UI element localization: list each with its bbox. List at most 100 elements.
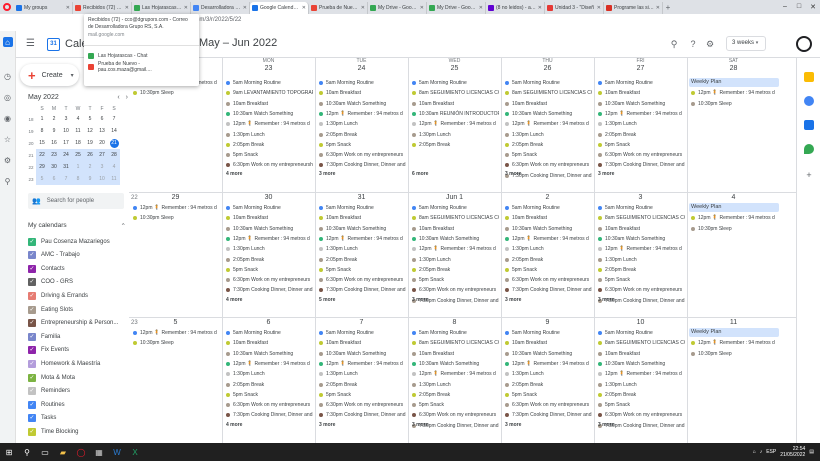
history-icon[interactable]: ◷ <box>3 71 13 81</box>
browser-tab[interactable]: Las Hojarascas - Chat✕ <box>132 2 191 14</box>
mini-day[interactable]: 10 <box>96 173 108 185</box>
mini-day[interactable]: 13 <box>96 125 108 137</box>
calendar-event[interactable]: 1:30pm Lunch <box>319 119 406 129</box>
calendar-list-item[interactable]: ✓ Eating Slots <box>28 303 128 316</box>
mini-week-number[interactable]: 20 <box>26 137 36 149</box>
mini-day[interactable]: 31 <box>60 161 72 173</box>
main-menu-icon[interactable]: ☰ <box>26 38 35 49</box>
calendar-event[interactable]: 12pm 🧍 Remember : 94 metros d <box>319 109 406 119</box>
calendar-event[interactable]: 1:30pm Lunch <box>505 130 592 140</box>
calendar-event[interactable]: 2:05pm Break <box>412 140 499 150</box>
calendar-event[interactable]: 1:30pm Lunch <box>226 244 313 254</box>
calendar-event[interactable]: 1:30pm Lunch <box>505 369 592 379</box>
mini-day[interactable]: 9 <box>48 125 60 137</box>
day-header[interactable]: 6 <box>222 319 315 326</box>
calendar-event[interactable]: 8am SEGUIMIENTO LICENCIAS CO <box>412 88 499 98</box>
calendar-event[interactable]: 12pm 🧍 Remember : 94 metros d <box>505 119 592 129</box>
calendar-event[interactable]: 12pm 🧍 Remember : 94 metros d <box>505 234 592 244</box>
calendar-event[interactable]: 5am Morning Routine <box>598 328 685 338</box>
calendar-event[interactable]: 10:30pm Sleep <box>691 224 794 234</box>
calendar-event[interactable]: 1:30pm Lunch <box>412 130 499 140</box>
browser-tab[interactable]: Desarrolladora Gru...✕ <box>191 2 250 14</box>
calendar-event[interactable]: 8am SEGUIMIENTO LICENCIAS CO <box>505 88 592 98</box>
calendar-event[interactable]: 10:30am Watch Something <box>226 109 313 119</box>
task-view-icon[interactable]: ▭ <box>36 443 54 461</box>
more-events-link[interactable]: 3 more <box>319 171 335 177</box>
mini-day[interactable]: 3 <box>96 161 108 173</box>
day-header[interactable]: 10 <box>594 319 687 326</box>
calendar-event[interactable]: 5am Morning Routine <box>412 328 499 338</box>
popup-item[interactable]: Las Hojarascas - Chat <box>88 50 195 61</box>
day-header[interactable]: TUE 24 <box>315 58 408 72</box>
calendar-event[interactable]: 1:30pm Lunch <box>319 369 406 379</box>
mini-day[interactable]: 23 <box>48 149 60 161</box>
more-events-link[interactable]: 3 more <box>505 297 521 303</box>
calendar-event[interactable]: 10:30am Watch Something <box>598 99 685 109</box>
clock[interactable]: 22:54 21/05/2022 <box>780 446 805 458</box>
mini-day[interactable]: 5 <box>36 173 48 185</box>
more-events-link[interactable]: 3 more <box>598 422 614 428</box>
day-number[interactable]: 26 <box>501 65 594 72</box>
calendar-event[interactable]: 12pm 🧍 Remember : 94 metros d <box>412 244 499 254</box>
mini-day[interactable]: 8 <box>36 125 48 137</box>
calendar-event[interactable]: 10:30am Watch Something <box>505 109 592 119</box>
windows-start-icon[interactable]: ⊞ <box>0 443 18 461</box>
keep-icon[interactable] <box>804 72 814 82</box>
browser-tab[interactable]: My Drive - Google...✕ <box>368 2 427 14</box>
language-indicator[interactable]: ESP <box>766 449 776 455</box>
mini-day[interactable]: 24 <box>60 149 72 161</box>
calendar-event[interactable]: 12pm 🧍 Remember : 94 metros d <box>319 234 406 244</box>
url-text[interactable]: om/3/r/2022/5/22 <box>196 17 241 23</box>
day-header[interactable]: 3 <box>594 194 687 201</box>
calendar-event[interactable]: 5pm Snack <box>505 150 592 160</box>
day-header[interactable]: 30 <box>222 194 315 201</box>
calendar-event[interactable]: 1:30pm Lunch <box>412 255 499 265</box>
calendar-event[interactable]: 6:30pm Work on my entrepreneursh <box>226 160 313 170</box>
calendar-event[interactable]: 10:30am Watch Something <box>505 224 592 234</box>
calendar-event[interactable]: 10am Breakfast <box>226 99 313 109</box>
calendar-event[interactable]: 10:30am Watch Something <box>598 234 685 244</box>
close-tab-icon[interactable]: ✕ <box>420 5 424 11</box>
calendar-list-item[interactable]: ✓ Pau Cosenza Mazariegos <box>28 235 128 248</box>
calendar-list-item[interactable]: ✓ Driving & Errands <box>28 289 128 302</box>
calendar-event[interactable]: 5am Morning Routine <box>226 328 313 338</box>
checkbox-icon[interactable]: ✓ <box>28 359 36 368</box>
browser-tab[interactable]: (8 no leidos) - ana ✕ <box>486 2 545 14</box>
calendar-event[interactable]: 10:30am Watch Something <box>226 224 313 234</box>
opera-taskbar-icon[interactable]: ◯ <box>72 443 90 461</box>
calendar-event[interactable]: 12pm 🧍 Remember : 94 metros d <box>691 213 794 223</box>
tasks-icon[interactable] <box>804 96 814 106</box>
maximize-icon[interactable]: □ <box>792 3 806 11</box>
create-button[interactable]: + Create ▾ <box>20 64 79 86</box>
calendar-list-item[interactable]: ✓ AMC - Trabajo <box>28 249 128 262</box>
calendar-list-item[interactable]: ✓ Mota & Mota <box>28 371 128 384</box>
settings-icon[interactable]: ⚙ <box>3 155 13 165</box>
chevron-up-icon[interactable]: ⌃ <box>121 222 126 230</box>
mini-day[interactable]: 6 <box>96 113 108 125</box>
mini-day[interactable]: 5 <box>84 113 96 125</box>
mini-day[interactable]: 7 <box>108 113 120 125</box>
checkbox-icon[interactable]: ✓ <box>28 427 36 436</box>
weekly-plan-event[interactable]: Weekly Plan <box>689 328 779 337</box>
add-addon-icon[interactable]: + <box>804 170 814 180</box>
calendar-event[interactable]: 7:30pm Cooking Dinner, Dinner and <box>505 285 592 295</box>
calendar-event[interactable]: 10am Breakfast <box>319 88 406 98</box>
checkbox-icon[interactable]: ✓ <box>28 264 36 273</box>
checkbox-icon[interactable]: ✓ <box>28 237 36 246</box>
calendar-event[interactable]: 12pm 🧍 Remember : 94 metros d <box>226 234 313 244</box>
weekly-plan-event[interactable]: Weekly Plan <box>689 203 779 212</box>
mini-day[interactable]: 18 <box>72 137 84 149</box>
calendar-event[interactable]: 8am SEGUIMIENTO LICENCIAS CO <box>412 213 499 223</box>
calendar-event[interactable]: 5am Morning Routine <box>319 328 406 338</box>
calendar-event[interactable]: 5pm Snack <box>226 265 313 275</box>
mini-day[interactable]: 3 <box>60 113 72 125</box>
mini-day[interactable]: 25 <box>72 149 84 161</box>
close-tab-icon[interactable]: ✕ <box>302 5 306 11</box>
mini-week-number[interactable]: 19 <box>26 125 36 137</box>
calendar-event[interactable]: 10am Breakfast <box>505 213 592 223</box>
calendar-event[interactable]: 2:05pm Break <box>505 380 592 390</box>
calendar-event[interactable]: 2:05pm Break <box>598 130 685 140</box>
checkbox-icon[interactable]: ✓ <box>28 346 36 355</box>
calendar-event[interactable]: 5am Morning Routine <box>505 78 592 88</box>
file-explorer-icon[interactable]: ▰ <box>54 443 72 461</box>
